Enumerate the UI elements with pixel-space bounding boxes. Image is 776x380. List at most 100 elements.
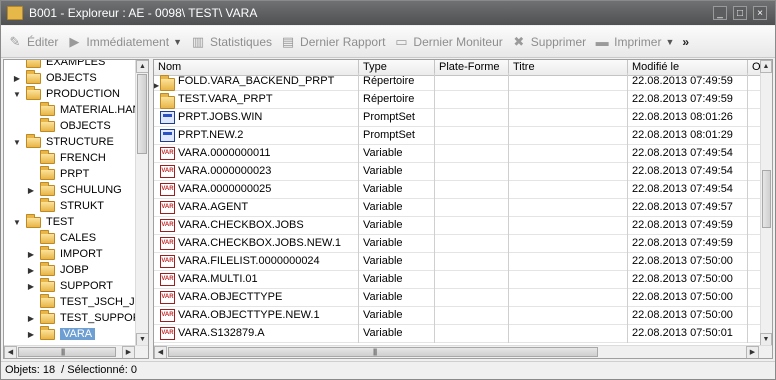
cell-name: VAR VARA.CHECKBOX.JOBS.NEW.1	[154, 235, 359, 253]
tree-item[interactable]: CALES	[4, 230, 136, 246]
object-name: VARA.0000000023	[178, 165, 272, 177]
tree-vertical-scrollbar[interactable]: ▲ ▼	[135, 60, 148, 346]
expand-arrow-icon[interactable]: ▶	[26, 330, 36, 339]
variable-icon: VAR	[160, 291, 175, 304]
table-row[interactable]: VAR VARA.OBJECTTYPE Variable 22.08.2013 07:…	[154, 289, 762, 307]
promptset-icon	[160, 129, 175, 142]
maximize-button[interactable]: □	[733, 6, 747, 20]
table-row[interactable]: VAR VARA.0000000011 Variable 22.08.2013 07:…	[154, 145, 762, 163]
collapse-arrow-icon[interactable]: ▼	[12, 218, 22, 227]
table-row[interactable]: VAR VARA.0000000025 Variable 22.08.2013 07:…	[154, 181, 762, 199]
minimize-button[interactable]: _	[713, 6, 727, 20]
edit-label: Éditer	[27, 34, 59, 49]
scroll-right-icon[interactable]: ▶	[122, 346, 135, 358]
last-report-button[interactable]: ▤ Dernier Rapport	[280, 30, 386, 54]
last-monitor-button[interactable]: ▭ Dernier Moniteur	[393, 30, 503, 54]
tree-item[interactable]: ▼ STRUCTURE	[4, 134, 136, 150]
tree-item[interactable]: ▶ OBJECTS	[4, 70, 136, 86]
cell-type: Variable	[359, 253, 435, 271]
folder-icon	[40, 310, 55, 324]
scroll-up-icon[interactable]: ▲	[136, 60, 148, 73]
tree-item[interactable]: MATERIAL.HANI	[4, 102, 136, 118]
variable-icon: VAR	[160, 201, 175, 214]
table-row[interactable]: VAR VARA.MULTI.01 Variable 22.08.2013 07:50…	[154, 271, 762, 289]
delete-button[interactable]: ✖ Supprimer	[511, 30, 586, 54]
toolbar-overflow-button[interactable]: »	[682, 30, 689, 54]
tree-horizontal-scrollbar[interactable]: ◀ |||| ▶	[4, 345, 148, 358]
tree-item-label: JOBP	[60, 264, 89, 276]
tree-item-label: TEST_JSCH_JOB	[60, 296, 136, 308]
scroll-left-icon[interactable]: ◀	[154, 346, 167, 358]
tree-item[interactable]: FRENCH	[4, 150, 136, 166]
collapse-arrow-icon[interactable]: ▼	[12, 138, 22, 147]
cell-title	[509, 199, 628, 217]
tree-item[interactable]: PRPT	[4, 166, 136, 182]
table-row[interactable]: VAR VARA.CHECKBOX.JOBS.NEW.1 Variable 22.08…	[154, 235, 762, 253]
chevron-down-icon[interactable]: ▼	[173, 37, 182, 47]
tree-item[interactable]: OBJECTS	[4, 118, 136, 134]
tree-item[interactable]: ▶ IMPORT	[4, 246, 136, 262]
tree-item[interactable]: ▶ VARA	[4, 326, 136, 342]
tree-item[interactable]: EXAMPLES	[4, 59, 136, 70]
table-row[interactable]: VAR VARA.0000000023 Variable 22.08.2013 07:…	[154, 163, 762, 181]
edit-button[interactable]: ✎ Éditer	[7, 30, 59, 54]
tree-item[interactable]: ▶ TEST_SUPPORT	[4, 310, 136, 326]
play-icon: ▶	[69, 33, 80, 49]
tree-item[interactable]: ▶ SCHULUNG	[4, 182, 136, 198]
cell-platform	[435, 289, 509, 307]
list-horizontal-scrollbar[interactable]: ◀ |||| ▶	[154, 345, 772, 358]
table-row[interactable]: VAR VARA.FILELIST.0000000024 Variable 22.08…	[154, 253, 762, 271]
cell-type: Variable	[359, 235, 435, 253]
close-button[interactable]: ×	[753, 6, 767, 20]
table-row[interactable]: PRPT.JOBS.WIN PromptSet 22.08.2013 08:01:2…	[154, 109, 762, 127]
object-name: VARA.MULTI.01	[178, 273, 258, 285]
run-immediately-button[interactable]: ▶ Immédiatement ▼	[66, 30, 182, 54]
tree-item[interactable]: ▶ JOBP	[4, 262, 136, 278]
expand-arrow-icon[interactable]: ▶	[26, 250, 36, 259]
list-vertical-scrollbar[interactable]: ▲ ▼	[760, 60, 772, 346]
scroll-up-icon[interactable]: ▲	[760, 60, 772, 73]
scroll-left-icon[interactable]: ◀	[4, 346, 17, 358]
cell-title	[509, 145, 628, 163]
cell-modified: 22.08.2013 07:49:59	[628, 235, 748, 253]
tree-item[interactable]: TEST_JSCH_JOB	[4, 294, 136, 310]
cell-name: ▶ FOLD.VARA_BACKEND_PRPT	[154, 73, 359, 91]
statistics-button[interactable]: ▥ Statistiques	[190, 30, 272, 54]
cell-platform	[435, 127, 509, 145]
table-row[interactable]: VAR VARA.OBJECTTYPE.NEW.1 Variable 22.08.20…	[154, 307, 762, 325]
expand-arrow-icon[interactable]: ▶	[154, 77, 159, 91]
expand-arrow-icon[interactable]: ▶	[26, 266, 36, 275]
table-row[interactable]: PRPT.NEW.2 PromptSet 22.08.2013 08:01:29	[154, 127, 762, 145]
tree-item[interactable]: ▼ PRODUCTION	[4, 86, 136, 102]
collapse-arrow-icon[interactable]: ▼	[12, 90, 22, 99]
tree-item-label: EXAMPLES	[46, 59, 106, 68]
expand-arrow-icon[interactable]: ▶	[26, 282, 36, 291]
table-row[interactable]: TEST.VARA_PRPT Répertoire 22.08.2013 07:49…	[154, 91, 762, 109]
print-button[interactable]: ▬ Imprimer ▼	[594, 30, 675, 54]
cell-name: VAR VARA.AGENT	[154, 199, 359, 217]
table-row[interactable]: ▶ FOLD.VARA_BACKEND_PRPT Répertoire 22.08.2…	[154, 73, 762, 91]
cell-modified: 22.08.2013 07:50:00	[628, 307, 748, 325]
object-list[interactable]: Nom Type Plate-Forme Titre Modifié le O …	[153, 59, 773, 359]
folder-icon	[160, 75, 175, 91]
expand-arrow-icon[interactable]: ▶	[26, 186, 36, 195]
object-name: VARA.OBJECTTYPE	[178, 291, 283, 303]
expand-arrow-icon[interactable]: ▶	[12, 74, 22, 83]
list-vertical-scroll-thumb[interactable]	[762, 170, 771, 228]
object-name: VARA.S132879.A	[178, 327, 265, 339]
object-name: VARA.CHECKBOX.JOBS	[178, 219, 304, 231]
tree-item[interactable]: STRUKT	[4, 198, 136, 214]
tree-item[interactable]: ▶ SUPPORT	[4, 278, 136, 294]
expand-arrow-icon[interactable]: ▶	[26, 314, 36, 323]
scroll-right-icon[interactable]: ▶	[746, 346, 759, 358]
table-row[interactable]: VAR VARA.S132879.A Variable 22.08.2013 07:5…	[154, 325, 762, 343]
tree-horizontal-scroll-thumb[interactable]: ||||	[18, 347, 116, 357]
folder-tree[interactable]: EXAMPLES ▶ OBJECTS ▼ PRODUCTION MATERIAL.HANI…	[3, 59, 149, 359]
folder-icon	[26, 70, 41, 84]
table-row[interactable]: VAR VARA.CHECKBOX.JOBS Variable 22.08.2013 …	[154, 217, 762, 235]
table-row[interactable]: VAR VARA.AGENT Variable 22.08.2013 07:49:57	[154, 199, 762, 217]
chevron-down-icon[interactable]: ▼	[665, 37, 674, 47]
tree-item[interactable]: ▼ TEST	[4, 214, 136, 230]
tree-vertical-scroll-thumb[interactable]	[137, 74, 147, 154]
list-horizontal-scroll-thumb[interactable]: ||||	[168, 347, 598, 357]
